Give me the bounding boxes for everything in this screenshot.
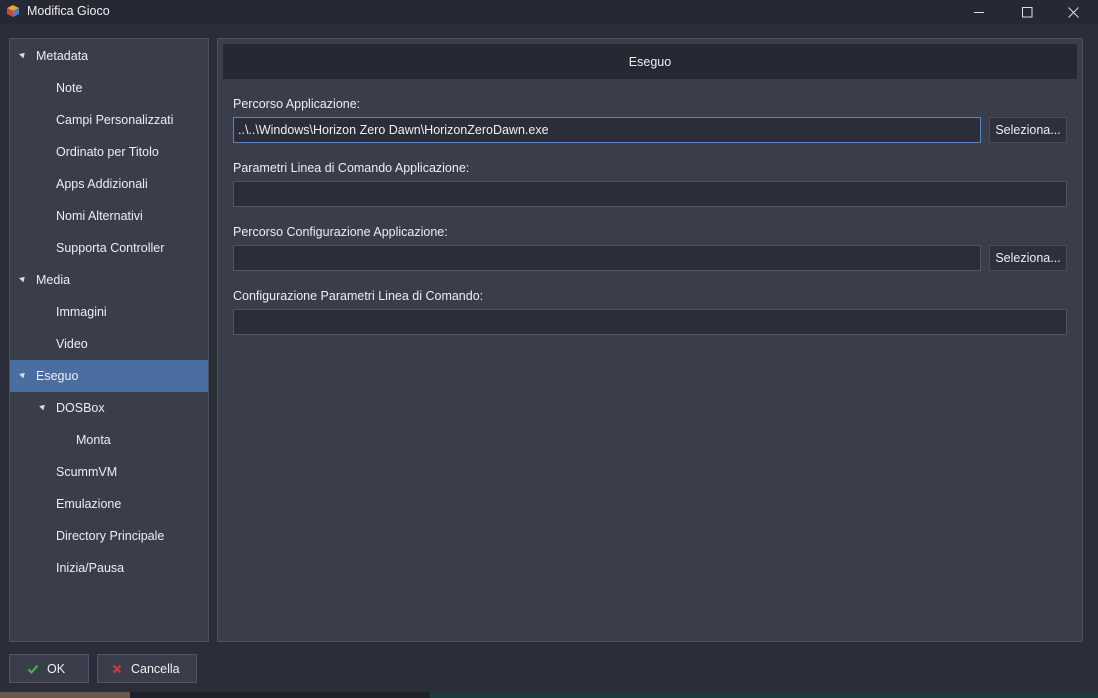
sidebar-item-label: Note <box>56 81 83 95</box>
section-title: Eseguo <box>628 54 672 69</box>
sidebar-item-ordinato-per-titolo[interactable]: Ordinato per Titolo <box>10 136 208 168</box>
cancel-button-label: Cancella <box>131 661 180 676</box>
sidebar-item-label: Monta <box>76 433 111 447</box>
sidebar-item-label: Supporta Controller <box>56 241 165 255</box>
config-path-label: Percorso Configurazione Applicazione: <box>233 225 448 239</box>
sidebar-item-label: Eseguo <box>36 369 79 383</box>
app-params-label: Parametri Linea di Comando Applicazione: <box>233 161 470 175</box>
background-strip <box>430 692 1098 698</box>
expanded-arrow-icon[interactable] <box>19 274 27 283</box>
close-button[interactable] <box>1050 0 1096 24</box>
app-path-input[interactable] <box>233 117 981 143</box>
sidebar-item-campi-personalizzati[interactable]: Campi Personalizzati <box>10 104 208 136</box>
sidebar-item-label: ScummVM <box>56 465 118 479</box>
sidebar-tree: Metadata Note Campi Personalizzati Ordin… <box>9 38 209 642</box>
sidebar-item-monta[interactable]: Monta <box>10 424 208 456</box>
config-params-label: Configurazione Parametri Linea di Comand… <box>233 289 484 303</box>
sidebar-item-label: Campi Personalizzati <box>56 113 174 127</box>
sidebar-item-label: Ordinato per Titolo <box>56 145 159 159</box>
sidebar-item-label: Media <box>36 273 71 287</box>
minimize-button[interactable] <box>956 0 1002 24</box>
sidebar-item-note[interactable]: Note <box>10 72 208 104</box>
sidebar-item-directory-principale[interactable]: Directory Principale <box>10 520 208 552</box>
x-icon <box>111 663 123 675</box>
config-path-browse-button[interactable]: Seleziona... <box>989 245 1067 271</box>
sidebar-item-apps-addizionali[interactable]: Apps Addizionali <box>10 168 208 200</box>
cancel-button[interactable]: Cancella <box>97 654 197 683</box>
config-params-input[interactable] <box>233 309 1067 335</box>
expanded-arrow-icon[interactable] <box>39 402 47 411</box>
section-header: Eseguo <box>223 44 1077 79</box>
sidebar-item-immagini[interactable]: Immagini <box>10 296 208 328</box>
sidebar-item-label: Immagini <box>56 305 107 319</box>
sidebar-item-inizia-pausa[interactable]: Inizia/Pausa <box>10 552 208 584</box>
checkmark-icon <box>27 663 39 675</box>
sidebar-item-nomi-alternativi[interactable]: Nomi Alternativi <box>10 200 208 232</box>
minimize-icon <box>973 11 984 13</box>
title-bar: Modifica Gioco <box>0 0 1098 24</box>
sidebar-item-label: Apps Addizionali <box>56 177 148 191</box>
sidebar-item-dosbox[interactable]: DOSBox <box>10 392 208 424</box>
sidebar-item-label: Nomi Alternativi <box>56 209 143 223</box>
main-panel: Eseguo Percorso Applicazione: Seleziona.… <box>217 38 1083 642</box>
background-strip <box>130 692 430 698</box>
close-icon <box>1067 6 1079 18</box>
sidebar-item-label: Inizia/Pausa <box>56 561 125 575</box>
app-params-input[interactable] <box>233 181 1067 207</box>
sidebar-item-metadata[interactable]: Metadata <box>10 40 208 72</box>
sidebar-item-video[interactable]: Video <box>10 328 208 360</box>
sidebar-item-eseguo[interactable]: Eseguo <box>10 360 208 392</box>
expanded-arrow-icon[interactable] <box>19 370 27 379</box>
sidebar-item-media[interactable]: Media <box>10 264 208 296</box>
app-cube-icon <box>7 5 19 17</box>
sidebar-item-label: Directory Principale <box>56 529 165 543</box>
sidebar-item-label: Emulazione <box>56 497 122 511</box>
maximize-button[interactable] <box>1004 0 1050 24</box>
window-title: Modifica Gioco <box>27 4 110 18</box>
background-strip <box>0 692 130 698</box>
sidebar-item-label: Metadata <box>36 49 89 63</box>
maximize-icon <box>1021 6 1032 17</box>
app-path-browse-button[interactable]: Seleziona... <box>989 117 1067 143</box>
config-path-input[interactable] <box>233 245 981 271</box>
sidebar-item-supporta-controller[interactable]: Supporta Controller <box>10 232 208 264</box>
sidebar-item-emulazione[interactable]: Emulazione <box>10 488 208 520</box>
ok-button-label: OK <box>47 661 66 676</box>
sidebar-item-scummvm[interactable]: ScummVM <box>10 456 208 488</box>
sidebar-item-label: Video <box>56 337 88 351</box>
app-path-label: Percorso Applicazione: <box>233 97 361 111</box>
sidebar-item-label: DOSBox <box>56 401 105 415</box>
ok-button[interactable]: OK <box>9 654 89 683</box>
expanded-arrow-icon[interactable] <box>19 50 27 59</box>
